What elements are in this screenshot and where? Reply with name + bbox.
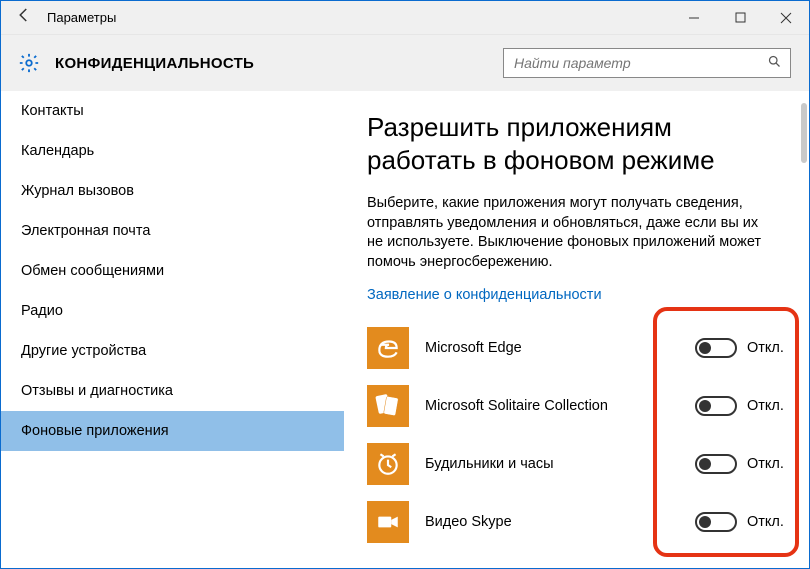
- skype-video-icon: [367, 501, 409, 543]
- sidebar-item-call-history[interactable]: Журнал вызовов: [1, 171, 344, 211]
- toggle-state-label: Откл.: [747, 514, 787, 530]
- content-scroll[interactable]: Разрешить приложениям работать в фоновом…: [345, 91, 809, 568]
- gear-icon: [17, 51, 41, 75]
- app-name: Видео Skype: [425, 514, 679, 530]
- sidebar-item-feedback[interactable]: Отзывы и диагностика: [1, 371, 344, 411]
- back-button[interactable]: [1, 6, 47, 29]
- sidebar-item-messaging[interactable]: Обмен сообщениями: [1, 251, 344, 291]
- sidebar: Контакты Календарь Журнал вызовов Электр…: [1, 91, 345, 568]
- section-description: Выберите, какие приложения могут получат…: [367, 194, 767, 272]
- page-title: КОНФИДЕНЦИАЛЬНОСТЬ: [55, 55, 503, 72]
- sidebar-item-contacts[interactable]: Контакты: [1, 91, 344, 131]
- sidebar-item-email[interactable]: Электронная почта: [1, 211, 344, 251]
- alarm-icon: [367, 443, 409, 485]
- toggle-state-label: Откл.: [747, 456, 787, 472]
- sidebar-item-other-devices[interactable]: Другие устройства: [1, 331, 344, 371]
- edge-icon: [367, 327, 409, 369]
- privacy-statement-link[interactable]: Заявление о конфиденциальности: [367, 287, 602, 303]
- section-heading: Разрешить приложениям работать в фоновом…: [367, 111, 787, 176]
- toggle-skype-video[interactable]: [695, 512, 737, 532]
- body: Контакты Календарь Журнал вызовов Электр…: [1, 91, 809, 568]
- minimize-button[interactable]: [671, 1, 717, 35]
- app-name: Microsoft Solitaire Collection: [425, 398, 679, 414]
- app-row-edge: Microsoft Edge Откл.: [367, 319, 787, 377]
- search-icon: [767, 54, 782, 72]
- settings-window: Параметры КОНФИДЕНЦИАЛЬНОСТЬ: [0, 0, 810, 569]
- toggle-edge[interactable]: [695, 338, 737, 358]
- maximize-button[interactable]: [717, 1, 763, 35]
- close-button[interactable]: [763, 1, 809, 35]
- sidebar-item-radio[interactable]: Радио: [1, 291, 344, 331]
- app-row-solitaire: Microsoft Solitaire Collection Откл.: [367, 377, 787, 435]
- search-box[interactable]: [503, 48, 791, 78]
- sidebar-item-background-apps[interactable]: Фоновые приложения: [1, 411, 344, 451]
- app-name: Microsoft Edge: [425, 340, 679, 356]
- sidebar-item-calendar[interactable]: Календарь: [1, 131, 344, 171]
- window-title: Параметры: [47, 10, 671, 25]
- toggle-state-label: Откл.: [747, 398, 787, 414]
- header-bar: КОНФИДЕНЦИАЛЬНОСТЬ: [1, 35, 809, 91]
- solitaire-icon: [367, 385, 409, 427]
- app-row-skype-video: Видео Skype Откл.: [367, 493, 787, 551]
- scrollbar-thumb[interactable]: [801, 103, 807, 163]
- toggle-state-label: Откл.: [747, 340, 787, 356]
- toggle-alarms[interactable]: [695, 454, 737, 474]
- content-area: Разрешить приложениям работать в фоновом…: [345, 91, 809, 568]
- app-row-alarms: Будильники и часы Откл.: [367, 435, 787, 493]
- app-name: Будильники и часы: [425, 456, 679, 472]
- toggle-solitaire[interactable]: [695, 396, 737, 416]
- search-input[interactable]: [512, 54, 767, 72]
- titlebar: Параметры: [1, 1, 809, 35]
